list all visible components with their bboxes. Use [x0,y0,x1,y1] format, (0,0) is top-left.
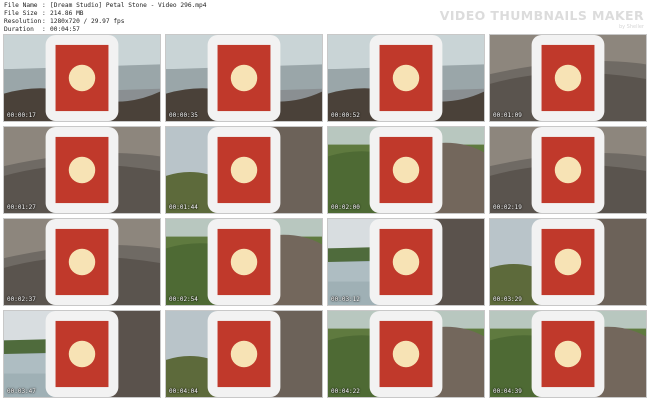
thumbnail-timestamp: 00:01:44 [169,204,198,211]
studio-logo-icon [207,127,281,213]
file-name-key: File Name [4,2,38,9]
thumbnail-timestamp: 00:01:27 [7,204,36,211]
thumbnail-timestamp: 00:00:52 [331,112,360,119]
thumbnail-timestamp: 00:03:47 [7,388,36,395]
file-name-row: File Name : [Dream Studio] Petal Stone -… [4,2,464,10]
video-thumbnail: 00:02:00 [327,126,485,214]
thumbnail-timestamp: 00:04:22 [331,388,360,395]
brand-subtitle: by Sheller [618,24,644,30]
thumbnail-timestamp: 00:04:04 [169,388,198,395]
separator: : [42,10,46,17]
studio-logo-icon [369,311,443,397]
studio-logo-icon [207,311,281,397]
resolution-key: Resolution [4,18,42,25]
duration-row: Duration : 00:04:57 [4,26,464,34]
video-thumbnail: 00:00:35 [165,34,323,122]
file-info-header: File Name : [Dream Studio] Petal Stone -… [4,2,464,38]
video-thumbnail: 00:04:04 [165,310,323,398]
separator: : [42,2,46,9]
studio-logo-icon [369,219,443,305]
video-thumbnail: 00:03:47 [3,310,161,398]
video-thumbnail: 00:02:54 [165,218,323,306]
video-thumbnail: 00:02:19 [489,126,647,214]
studio-logo-icon [45,219,119,305]
studio-logo-icon [45,311,119,397]
resolution-value: 1280x720 / 29.97 fps [50,18,125,25]
video-thumbnail: 00:01:27 [3,126,161,214]
studio-logo-icon [45,35,119,121]
thumbnail-timestamp: 00:02:00 [331,204,360,211]
video-thumbnail: 00:01:09 [489,34,647,122]
studio-logo-icon [207,219,281,305]
studio-logo-icon [531,219,605,305]
video-thumbnail: 00:02:37 [3,218,161,306]
studio-logo-icon [45,127,119,213]
thumbnail-timestamp: 00:00:35 [169,112,198,119]
thumbnail-timestamp: 00:03:12 [331,296,360,303]
file-size-value: 214.86 MB [50,10,84,17]
file-size-key: File Size [4,10,38,17]
separator: : [42,26,46,33]
studio-logo-icon [207,35,281,121]
thumbnail-timestamp: 00:03:29 [493,296,522,303]
video-thumbnail: 00:03:12 [327,218,485,306]
thumbnail-timestamp: 00:02:54 [169,296,198,303]
studio-logo-icon [531,127,605,213]
resolution-row: Resolution : 1280x720 / 29.97 fps [4,18,464,26]
video-thumbnail: 00:01:44 [165,126,323,214]
studio-logo-icon [531,311,605,397]
thumbnail-timestamp: 00:01:09 [493,112,522,119]
studio-logo-icon [369,127,443,213]
video-thumbnail: 00:04:39 [489,310,647,398]
thumbnail-timestamp: 00:00:17 [7,112,36,119]
brand-title: VIDEO THUMBNAILS MAKER [439,8,644,23]
studio-logo-icon [531,35,605,121]
thumbnail-timestamp: 00:02:37 [7,296,36,303]
duration-key: Duration [4,26,34,33]
thumbnail-timestamp: 00:04:39 [493,388,522,395]
video-thumbnail: 00:03:29 [489,218,647,306]
file-name-value: [Dream Studio] Petal Stone - Video 296.m… [50,2,207,9]
file-size-row: File Size : 214.86 MB [4,10,464,18]
brand-watermark: VIDEO THUMBNAILS MAKER by Sheller [440,8,644,30]
video-thumbnail: 00:04:22 [327,310,485,398]
thumbnail-timestamp: 00:02:19 [493,204,522,211]
studio-logo-icon [369,35,443,121]
duration-value: 00:04:57 [50,26,80,33]
video-thumbnail: 00:00:52 [327,34,485,122]
video-thumbnail: 00:00:17 [3,34,161,122]
separator: : [42,18,46,25]
thumbnail-grid: 00:00:17 00:00:35 00:00:52 00:01:09 00:01:27… [3,34,647,400]
